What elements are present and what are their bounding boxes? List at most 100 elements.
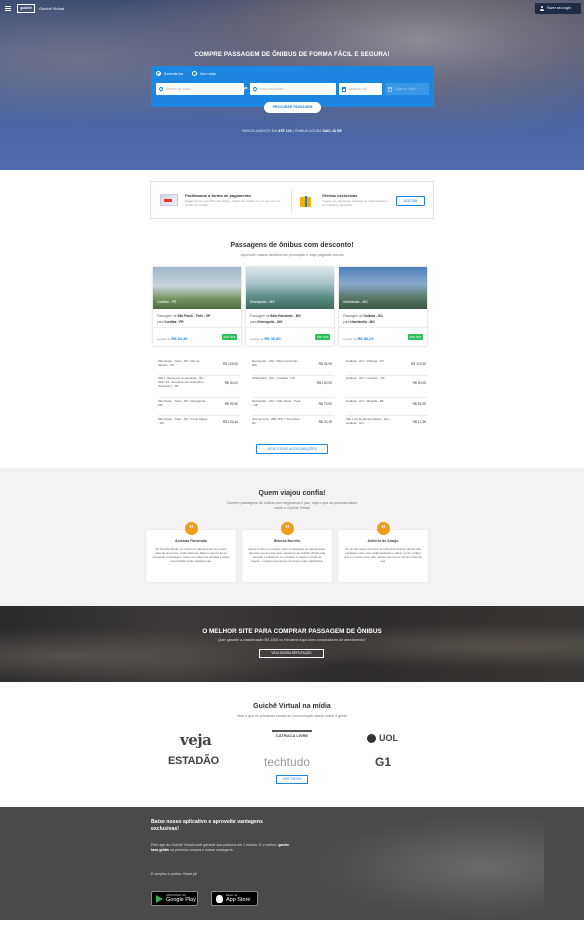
stats-prefix: PARCELAMENTO EM — [242, 129, 277, 133]
discount-badge: 40% OFF — [315, 334, 330, 340]
route-name: Juiz de Fora - (BR 267) > Três Rios - RJ — [252, 417, 302, 425]
route-price: R$ 17,36 — [412, 420, 426, 424]
destination-input[interactable]: Indo para onde? — [250, 83, 336, 95]
divider — [153, 327, 241, 328]
route-item[interactable]: CDH - Aeroporto Congonhas - SP > GRU T3 … — [158, 375, 240, 398]
swap-icon[interactable]: ⇄ — [242, 86, 249, 92]
uol-logo[interactable]: UOL — [379, 733, 398, 743]
route-price: R$ 34,99 — [318, 362, 332, 366]
route-item[interactable]: Goiânia - GO > Palmas - TO R$ 119,00 — [346, 358, 428, 376]
see-all-media-button[interactable]: VER TODOS — [276, 775, 308, 784]
g1-logo[interactable]: G1 — [375, 755, 391, 769]
gift-icon — [297, 191, 315, 209]
promo-card[interactable]: Divinópolis - MG Passagem de Belo Horizo… — [246, 267, 334, 346]
radio-one-way-label: Somente ida — [164, 71, 184, 76]
calendar-icon — [342, 86, 346, 92]
login-label: Fazer seu login — [547, 6, 571, 10]
origin-input[interactable]: Saindo de onde? — [156, 83, 244, 95]
testimonial-card: Anilório de Araújo Já, se não fosse obra… — [338, 530, 428, 582]
card-city: Curitiba - PR — [157, 300, 177, 304]
to-label: para — [157, 320, 164, 324]
price-label: a partir de — [157, 337, 171, 341]
from-label: Passagem de — [250, 314, 270, 318]
app-download-section — [0, 807, 584, 920]
discount-badge: 22% OFF — [222, 334, 237, 340]
app-text-part: Pelo app do Guichê Virtual você garante … — [151, 843, 278, 847]
route-item[interactable]: São Paulo - Tietê - SP > Rio de Janeiro … — [158, 358, 240, 376]
discount-badge: 30% OFF — [408, 334, 423, 340]
route-name: Goiânia - GO > Caruaru - PE — [346, 376, 385, 380]
destination-placeholder: Indo para onde? — [260, 87, 285, 91]
testimonial-text: Quero te fazer um elogio sobre a satisfa… — [248, 547, 326, 563]
google-play-button[interactable]: DISPONÍVEL NO Google Play — [151, 891, 198, 906]
route-item[interactable]: Uberlândia - MG > Goiânia - GO R$ 100,00 — [252, 375, 334, 398]
app-text-part: na primeira compra e outras vantagens. — [169, 848, 234, 852]
media-subtitle: Veja o que os principais canais de comun… — [236, 714, 348, 718]
calendar-icon — [388, 86, 392, 92]
reputation-button[interactable]: VEJA NOSSA REPUTAÇÃO — [259, 649, 324, 658]
route-item[interactable]: Goiânia - GO > Brasília - DF R$ 54,99 — [346, 398, 428, 416]
reputation-banner — [0, 606, 584, 682]
route-item[interactable]: Divinópolis - MG > Belo Horizonte - MG R$… — [252, 358, 334, 376]
promo-card[interactable]: Curitiba - PR Passagem de São Paulo - Ti… — [153, 267, 241, 346]
divider — [246, 327, 334, 328]
route-price: R$ 100,00 — [316, 381, 332, 385]
search-button[interactable]: PROCURAR PASSAGEM — [264, 102, 321, 113]
radio-one-way[interactable]: Somente ida — [156, 71, 183, 76]
app-title: Baixe nosso aplicativo e aproveite vanta… — [151, 819, 263, 832]
card-from: Passagem de Goiânia - GO — [343, 314, 383, 318]
route-item[interactable]: Divinópolis - MG > São Paulo - Tietê - S… — [252, 398, 334, 416]
app-cta-text: É simples e prático. Baixe já! — [151, 872, 198, 876]
techtudo-logo[interactable]: techtudo — [264, 755, 310, 769]
logo[interactable]: guichê — [17, 4, 35, 13]
offers-title: Ofertas exclusivas — [322, 193, 358, 198]
card-to: para Uberlândia - MG — [343, 320, 375, 324]
route-item[interactable]: São Paulo - Tietê - SP > Porto Alegre - … — [158, 416, 240, 434]
accept-button[interactable]: ACEITAR — [396, 196, 425, 206]
route-price: R$ 99,90 — [224, 402, 238, 406]
departure-date-input[interactable]: Quando vai? — [339, 83, 382, 95]
login-button[interactable]: Fazer seu login — [535, 3, 581, 14]
route-item[interactable]: Juiz de Fora - (BR 267) > Três Rios - RJ… — [252, 416, 334, 434]
testimonial-text: Já, se não fosse obra bem-fe outra dos G… — [344, 547, 422, 563]
card-from: Passagem de Belo Horizonte - MG — [250, 314, 301, 318]
route-name: Goiânia - GO > Brasília - DF — [346, 399, 384, 403]
quote-icon: “ — [185, 522, 198, 535]
menu-icon[interactable] — [5, 6, 11, 11]
pin-icon — [252, 85, 258, 92]
veja-logo[interactable]: veja — [180, 731, 212, 749]
testimonial-card: Rebeca Borrêio Quero te fazer um elogio … — [242, 530, 332, 582]
route-price: R$ 90,00 — [412, 381, 426, 385]
radio-round-trip-label: Ida e volta — [200, 71, 216, 76]
app-text: Pelo app do Guichê Virtual você garante … — [151, 843, 291, 853]
catraca-livre-logo[interactable]: CATRACA LIVRE — [272, 730, 312, 738]
quote-icon: “ — [281, 522, 294, 535]
promo-card[interactable]: Uberlândia - MG Passagem de Goiânia - GO… — [339, 267, 427, 346]
route-item[interactable]: Goiânia - GO > Caruaru - PE R$ 90,00 — [346, 375, 428, 398]
price-label: a partir de — [343, 337, 357, 341]
route-name: São Paulo - Tietê - SP > Rio de Janeiro … — [158, 359, 200, 367]
promos-subtitle: Aproveite nossos destinos em promoção e … — [240, 253, 344, 257]
card-city: Uberlândia - MG — [343, 300, 368, 304]
google-play-label: Google Play — [166, 897, 196, 903]
estadao-logo[interactable]: ESTADÃO — [168, 755, 219, 767]
payment-desc: Pagamentos com Mercado Pago, cartão de c… — [185, 199, 280, 207]
return-date-input[interactable]: Quando volta? — [385, 83, 429, 95]
testimonials-subtitle: Compre passagens de ônibus com segurança… — [226, 501, 358, 510]
price-value: R$ 80,23 — [357, 336, 374, 341]
testimonials-title: Quem viajou confia! — [258, 490, 326, 497]
all-promos-button[interactable]: VEJA TODAS AS PROMOÇÕES — [256, 444, 328, 454]
app-store-button[interactable]: Baixar na App Store — [211, 891, 258, 906]
route-price: R$ 126,34 — [222, 420, 238, 424]
origin-placeholder: Saindo de onde? — [166, 87, 192, 91]
route-item[interactable]: São Luís de Montes Belos - GO > Goiânia … — [346, 416, 428, 434]
from-label: Passagem de — [157, 314, 177, 318]
radio-round-trip[interactable]: Ida e volta — [192, 71, 216, 76]
route-name: Divinópolis - MG > São Paulo - Tietê - S… — [252, 399, 301, 407]
price-value: R$ 62,46 — [171, 336, 188, 341]
from-city: Belo Horizonte - MG — [270, 314, 301, 318]
stats-value: ATÉ 12X — [277, 129, 292, 133]
route-price: R$ 79,90 — [318, 402, 332, 406]
route-item[interactable]: São Paulo - Tietê - SP > Divinópolis - M… — [158, 398, 240, 416]
card-price: a partir de R$ 62,46 — [157, 336, 188, 341]
